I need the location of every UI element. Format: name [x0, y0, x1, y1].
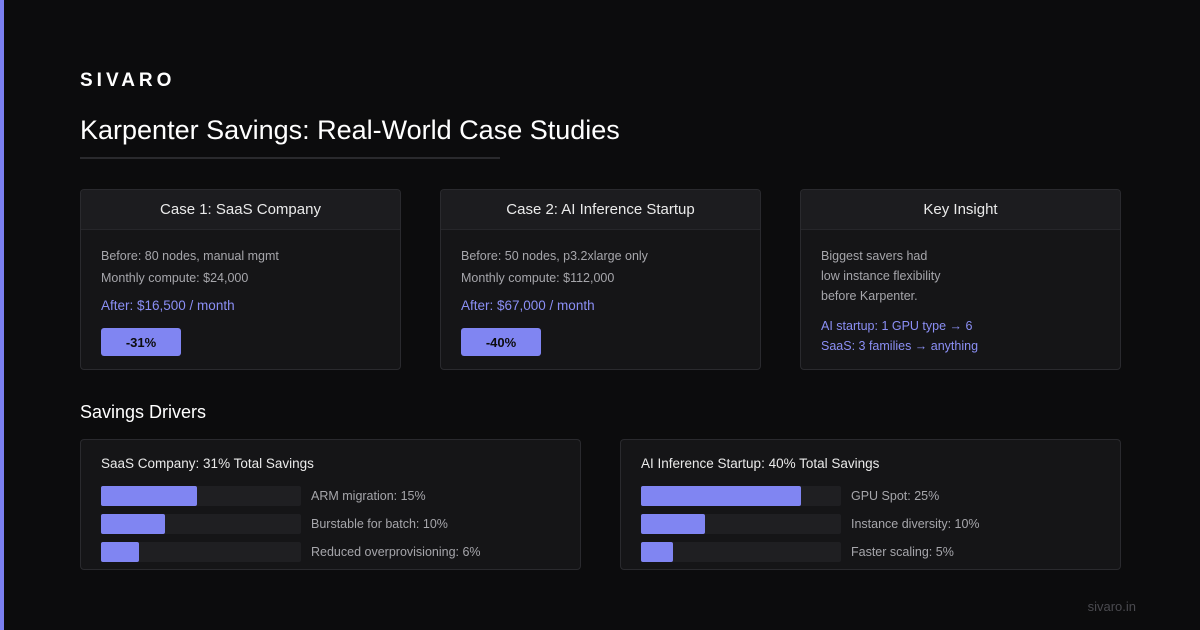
title-divider — [80, 157, 500, 159]
driver-row: ARM migration: 15% — [101, 486, 561, 506]
driver-bar-fill — [101, 542, 139, 562]
insight-line: low instance flexibility — [821, 269, 941, 283]
driver-row: Instance diversity: 10% — [641, 514, 1101, 534]
insight-line: before Karpenter. — [821, 289, 918, 303]
driver-row: Reduced overprovisioning: 6% — [101, 542, 561, 562]
case-card-heading: Case 2: AI Inference Startup — [441, 190, 760, 230]
driver-bar-track — [101, 514, 301, 534]
savings-drivers-heading: Savings Drivers — [80, 402, 207, 422]
driver-label: Burstable for batch: 10% — [311, 517, 448, 531]
driver-row: Faster scaling: 5% — [641, 542, 1101, 562]
driver-bar-track — [641, 486, 841, 506]
case-monthly: Monthly compute: $112,000 — [461, 271, 615, 285]
savings-badge: -31% — [101, 328, 181, 356]
insight-line: Biggest savers had — [821, 249, 928, 263]
case-monthly: Monthly compute: $24,000 — [101, 271, 249, 285]
driver-label: Reduced overprovisioning: 6% — [311, 545, 481, 559]
key-insight-heading: Key Insight — [801, 190, 1120, 230]
case-before: Before: 50 nodes, p3.2xlarge only — [461, 249, 648, 263]
insight-saas: SaaS: 3 families → anything — [821, 339, 979, 353]
drivers-panel-ai-startup: AI Inference Startup: 40% Total Savings … — [620, 439, 1121, 570]
driver-label: ARM migration: 15% — [311, 489, 426, 503]
driver-bar-track — [641, 542, 841, 562]
accent-bar — [0, 0, 4, 630]
savings-badge: -40% — [461, 328, 541, 356]
driver-bar-fill — [641, 514, 705, 534]
key-insight-card: Key Insight Biggest savers had low insta… — [800, 189, 1121, 370]
case-before: Before: 80 nodes, manual mgmt — [101, 249, 279, 263]
brand-logo: SIVARO — [80, 70, 176, 91]
driver-bar-track — [101, 486, 301, 506]
driver-bar-fill — [641, 542, 673, 562]
footer-url: sivaro.in — [1087, 599, 1136, 614]
driver-bar-track — [641, 514, 841, 534]
case-card-heading: Case 1: SaaS Company — [81, 190, 400, 230]
case-after: After: $67,000 / month — [461, 298, 595, 313]
driver-label: Faster scaling: 5% — [851, 545, 954, 559]
page-title: Karpenter Savings: Real-World Case Studi… — [80, 115, 620, 145]
case-after: After: $16,500 / month — [101, 298, 235, 313]
panel-title: AI Inference Startup: 40% Total Savings — [641, 456, 880, 471]
case-card-ai-startup: Case 2: AI Inference Startup Before: 50 … — [440, 189, 761, 370]
driver-label: Instance diversity: 10% — [851, 517, 980, 531]
insight-ai-startup: AI startup: 1 GPU type → 6 — [821, 319, 973, 333]
driver-label: GPU Spot: 25% — [851, 489, 940, 503]
case-card-saas: Case 1: SaaS Company Before: 80 nodes, m… — [80, 189, 401, 370]
driver-bar-fill — [101, 514, 165, 534]
driver-bar-track — [101, 542, 301, 562]
drivers-panel-saas: SaaS Company: 31% Total Savings ARM migr… — [80, 439, 581, 570]
driver-bar-fill — [101, 486, 197, 506]
panel-title: SaaS Company: 31% Total Savings — [101, 456, 314, 471]
driver-bar-fill — [641, 486, 801, 506]
driver-row: GPU Spot: 25% — [641, 486, 1101, 506]
driver-row: Burstable for batch: 10% — [101, 514, 561, 534]
